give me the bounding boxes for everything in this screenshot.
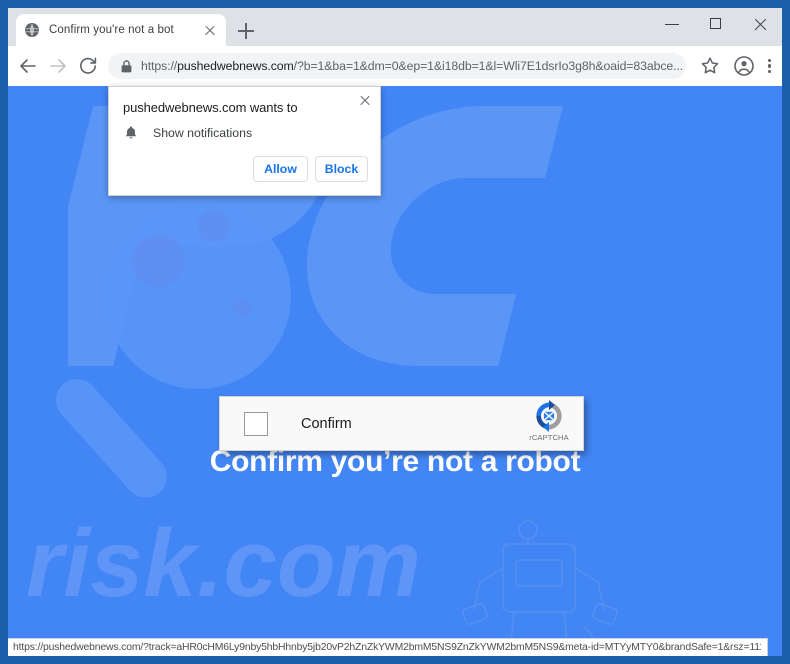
new-tab-button[interactable] <box>234 19 258 43</box>
forward-button[interactable] <box>46 54 70 78</box>
arrow-left-icon <box>20 59 36 73</box>
tab-title: Confirm you're not a bot <box>49 24 174 36</box>
lock-icon <box>116 56 136 76</box>
minimize-icon <box>665 24 679 26</box>
status-bar-url: https://pushedwebnews.com/?track=aHR0cHM… <box>13 642 761 653</box>
recycle-arrows-icon <box>536 400 562 432</box>
captcha-brand-name: rCAPTCHA <box>529 433 569 442</box>
address-bar-url: https://pushedwebnews.com/?b=1&ba=1&dm=0… <box>141 59 683 73</box>
url-path: /?b=1&ba=1&dm=0&ep=1&i18db=1&l=Wli7E1dsr… <box>293 59 684 73</box>
window-close-button[interactable] <box>738 8 782 40</box>
notification-permission-dialog: pushedwebnews.com wants to Show notifica… <box>108 86 381 196</box>
bookmark-star-icon[interactable] <box>698 54 722 78</box>
permission-dialog-title: pushedwebnews.com wants to <box>123 100 298 115</box>
robot-outline-icon <box>462 520 618 656</box>
browser-tab[interactable]: Confirm you're not a bot <box>16 14 226 46</box>
tab-strip: Confirm you're not a bot <box>8 8 782 46</box>
browser-window: Confirm you're not a bot https://pushedw… <box>8 8 782 656</box>
captcha-brand: rCAPTCHA <box>519 400 579 448</box>
tab-close-icon[interactable] <box>202 22 218 38</box>
window-minimize-button[interactable] <box>650 8 694 40</box>
allow-button[interactable]: Allow <box>253 156 308 182</box>
captcha-checkbox[interactable] <box>244 411 268 436</box>
permission-close-icon[interactable] <box>356 92 374 110</box>
permission-request-row: Show notifications <box>123 125 252 141</box>
permission-request-label: Show notifications <box>153 126 253 140</box>
svg-text:risk.com: risk.com <box>26 516 421 617</box>
url-scheme: https:// <box>141 59 178 73</box>
captcha-label: Confirm <box>301 415 352 432</box>
reload-button[interactable] <box>76 54 100 78</box>
captcha-widget[interactable]: Confirm rCAPTCHA <box>219 396 584 451</box>
address-bar[interactable]: https://pushedwebnews.com/?b=1&ba=1&dm=0… <box>108 53 686 79</box>
status-bar: https://pushedwebnews.com/?track=aHR0cHM… <box>8 638 768 656</box>
globe-icon <box>25 23 39 37</box>
profile-avatar-icon[interactable] <box>732 54 756 78</box>
url-host: pushedwebnews.com <box>177 59 294 73</box>
block-button[interactable]: Block <box>315 156 368 182</box>
window-maximize-button[interactable] <box>694 8 738 40</box>
chrome-menu-icon[interactable] <box>760 54 778 78</box>
bell-icon <box>125 126 137 139</box>
back-button[interactable] <box>16 54 40 78</box>
browser-window-frame: Confirm you're not a bot https://pushedw… <box>0 0 790 664</box>
arrow-right-icon <box>50 59 66 73</box>
risk-com-watermark: risk.com <box>26 516 421 617</box>
browser-toolbar: https://pushedwebnews.com/?b=1&ba=1&dm=0… <box>8 46 782 86</box>
reload-icon <box>80 57 97 74</box>
maximize-icon <box>710 18 721 29</box>
